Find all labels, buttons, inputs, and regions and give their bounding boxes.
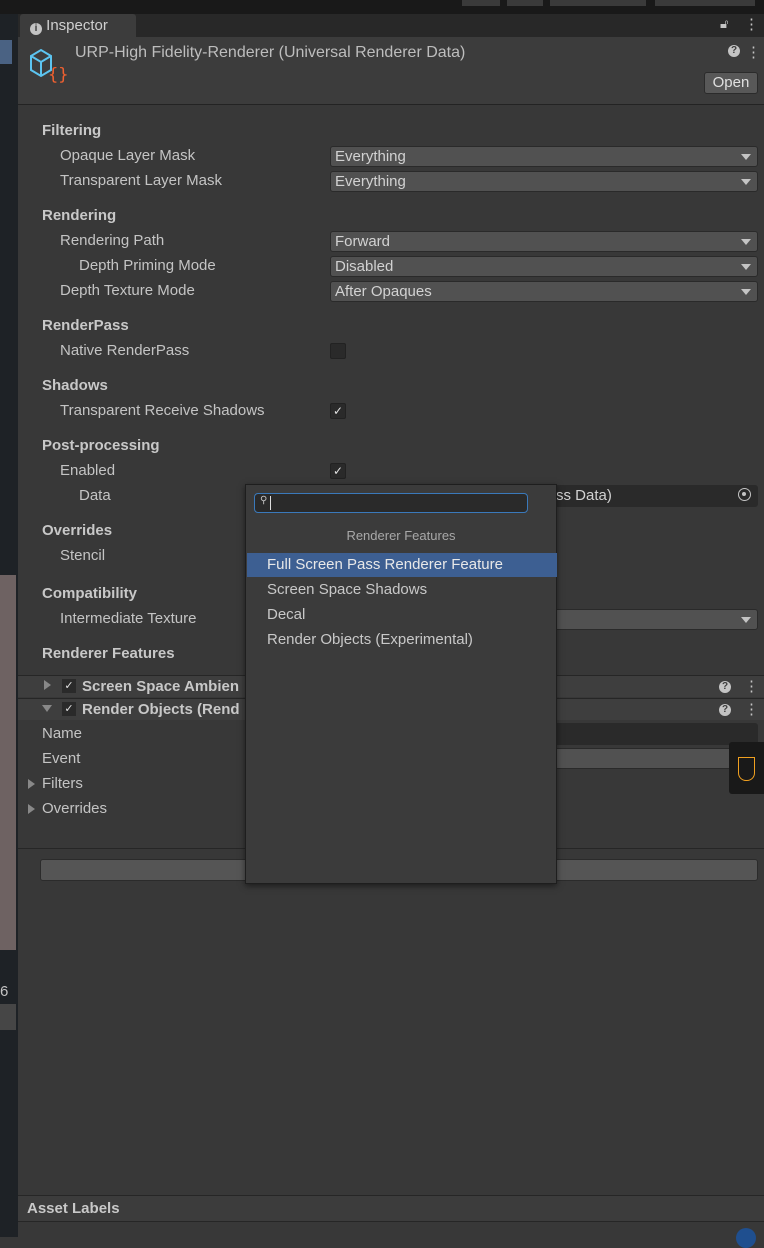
help-icon[interactable]: ?	[728, 45, 740, 57]
dropdown-value: Forward	[335, 233, 391, 250]
left-panel-scene	[0, 575, 16, 950]
top-toolbar	[0, 0, 764, 14]
depth-texture-dropdown[interactable]: After Opaques	[330, 281, 758, 302]
transparent-layer-mask-dropdown[interactable]: Everything	[330, 171, 758, 192]
kebab-menu-icon[interactable]: ⋮	[744, 677, 759, 695]
tab-inspector[interactable]: i Inspector	[20, 14, 136, 38]
receive-shadows-checkbox[interactable]: ✓	[330, 403, 346, 419]
svg-text:{}: {}	[48, 65, 68, 84]
open-button[interactable]: Open	[704, 72, 758, 94]
toolbar-button[interactable]	[462, 0, 500, 6]
feature-name: Screen Space Ambien	[82, 678, 240, 695]
expand-arrow-icon[interactable]	[44, 680, 51, 690]
intermediate-texture-label: Intermediate Texture	[60, 610, 197, 627]
info-icon: i	[30, 23, 42, 35]
feature-enabled-checkbox[interactable]: ✓	[62, 679, 76, 693]
menu-item-decal[interactable]: Decal	[247, 603, 557, 627]
opaque-layer-mask-label: Opaque Layer Mask	[60, 147, 196, 164]
feature-name: Render Objects (Rend	[82, 701, 240, 718]
chevron-down-icon	[741, 154, 751, 160]
popup-title: Renderer Features	[346, 528, 456, 543]
help-icon[interactable]: ?	[719, 681, 731, 693]
feature-name-label: Name	[42, 725, 83, 742]
expand-arrow-icon[interactable]	[28, 804, 35, 814]
toolbar-button[interactable]	[655, 0, 755, 6]
stencil-label: Stencil	[60, 547, 106, 564]
feature-enabled-checkbox[interactable]: ✓	[62, 702, 76, 716]
menu-item-full-screen-pass[interactable]: Full Screen Pass Renderer Feature	[247, 553, 557, 577]
section-post-processing: Post-processing	[42, 437, 160, 454]
section-compatibility: Compatibility	[42, 585, 138, 602]
kebab-menu-icon[interactable]: ⋮	[744, 700, 759, 718]
chevron-down-icon	[741, 617, 751, 623]
left-panel-number: 6	[0, 983, 9, 1000]
section-filtering: Filtering	[42, 122, 102, 139]
dropdown-value: After Opaques	[335, 283, 432, 300]
search-icon: ⚲	[260, 495, 268, 506]
popup-search-input[interactable]: ⚲	[254, 493, 528, 513]
kebab-menu-icon[interactable]: ⋮	[746, 43, 761, 61]
feature-event-label: Event	[42, 750, 81, 767]
side-widget[interactable]	[729, 742, 764, 794]
menu-item-render-objects[interactable]: Render Objects (Experimental)	[247, 628, 557, 652]
left-panel-field[interactable]	[0, 1004, 16, 1030]
chevron-down-icon	[741, 264, 751, 270]
lock-icon[interactable]: 🔓︎	[720, 16, 728, 32]
menu-item-screen-space-shadows[interactable]: Screen Space Shadows	[247, 578, 557, 602]
toolbar-button[interactable]	[507, 0, 543, 6]
left-panel-dropdown[interactable]	[0, 40, 12, 64]
chevron-down-icon	[741, 179, 751, 185]
toolbar-button[interactable]	[550, 0, 646, 6]
usb-icon	[738, 757, 755, 781]
script-asset-icon: {}	[30, 48, 68, 84]
receive-shadows-label: Transparent Receive Shadows	[60, 402, 265, 419]
object-picker-icon[interactable]	[738, 488, 751, 501]
depth-priming-label: Depth Priming Mode	[79, 257, 216, 274]
feature-overrides-foldout[interactable]: Overrides	[42, 800, 107, 818]
section-renderer-features: Renderer Features	[42, 645, 175, 662]
dropdown-value: Disabled	[335, 258, 394, 275]
transparent-layer-mask-label: Transparent Layer Mask	[60, 172, 223, 189]
native-renderpass-checkbox[interactable]	[330, 343, 346, 359]
asset-bundle-icon[interactable]	[736, 1228, 756, 1248]
section-shadows: Shadows	[42, 377, 108, 394]
section-overrides: Overrides	[42, 522, 113, 539]
object-field-value: ss Data)	[556, 487, 612, 504]
asset-title: URP-High Fidelity-Renderer (Universal Re…	[75, 44, 466, 61]
depth-texture-label: Depth Texture Mode	[60, 282, 195, 299]
dropdown-value: Everything	[335, 148, 406, 165]
native-renderpass-label: Native RenderPass	[60, 342, 190, 359]
tab-title: Inspector	[46, 17, 108, 34]
feature-filters-foldout[interactable]: Filters	[42, 775, 83, 793]
section-rendering: Rendering	[42, 207, 117, 224]
post-data-label: Data	[79, 487, 111, 504]
post-enabled-label: Enabled	[60, 462, 116, 479]
asset-labels-title: Asset Labels	[27, 1200, 120, 1217]
text-cursor	[270, 496, 271, 510]
chevron-down-icon	[741, 239, 751, 245]
rendering-path-label: Rendering Path	[60, 232, 165, 249]
chevron-down-icon	[741, 289, 751, 295]
rendering-path-dropdown[interactable]: Forward	[330, 231, 758, 252]
collapse-arrow-icon[interactable]	[42, 705, 52, 712]
depth-priming-dropdown[interactable]: Disabled	[330, 256, 758, 277]
opaque-layer-mask-dropdown[interactable]: Everything	[330, 146, 758, 167]
kebab-menu-icon[interactable]: ⋮	[744, 15, 759, 33]
help-icon[interactable]: ?	[719, 704, 731, 716]
expand-arrow-icon[interactable]	[28, 779, 35, 789]
dropdown-value: Everything	[335, 173, 406, 190]
post-enabled-checkbox[interactable]: ✓	[330, 463, 346, 479]
section-renderpass: RenderPass	[42, 317, 129, 334]
asset-labels-bar[interactable]	[18, 1195, 764, 1222]
add-feature-popup: ⚲ Renderer Features Full Screen Pass Ren…	[245, 484, 557, 884]
